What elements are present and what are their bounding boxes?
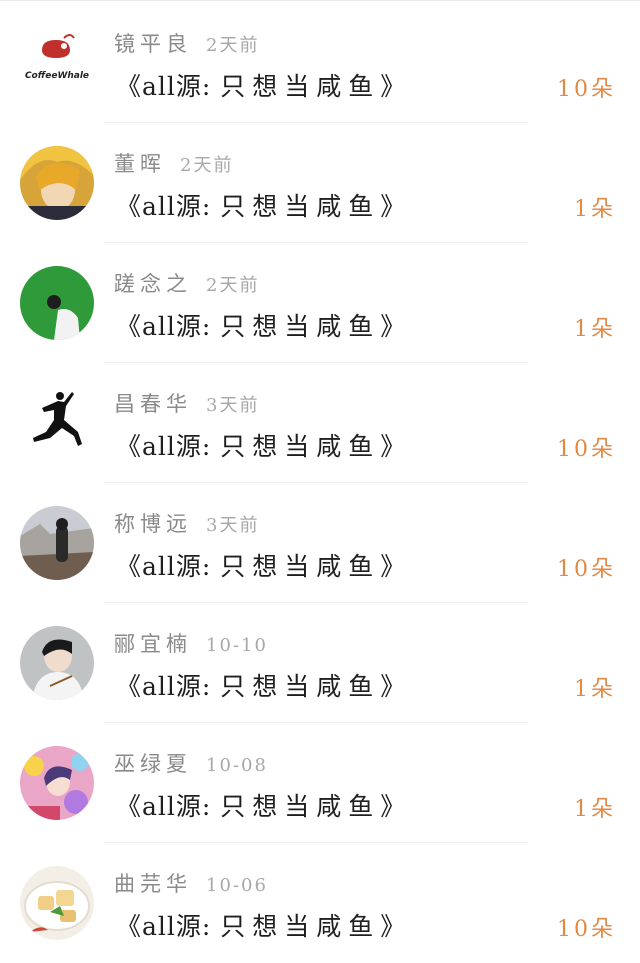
- list-item[interactable]: 董晖 2天前 《all源: 只想当咸鱼》 1朵: [0, 123, 640, 243]
- timestamp: 2天前: [180, 155, 234, 176]
- user-name[interactable]: 称博远: [114, 512, 192, 536]
- book-title[interactable]: 《all源: 只想当咸鱼》: [116, 667, 406, 703]
- timestamp: 3天前: [206, 395, 260, 416]
- list-item[interactable]: 巫绿夏 10-08 《all源: 只想当咸鱼》 1朵: [0, 723, 640, 843]
- book-title[interactable]: 《all源: 只想当咸鱼》: [116, 787, 406, 823]
- avatar[interactable]: CoffeeWhale: [20, 26, 94, 100]
- book-title[interactable]: 《all源: 只想当咸鱼》: [116, 547, 406, 583]
- user-name[interactable]: 郦宜楠: [114, 632, 192, 656]
- user-name[interactable]: 曲芫华: [114, 872, 192, 896]
- flower-count: 10朵: [557, 437, 616, 462]
- user-name[interactable]: 镜平良: [114, 32, 192, 56]
- avatar[interactable]: [20, 146, 94, 220]
- timestamp: 2天前: [206, 275, 260, 296]
- timestamp: 10-06: [206, 875, 268, 896]
- avatar[interactable]: [20, 386, 94, 460]
- avatar[interactable]: [20, 866, 94, 940]
- user-name[interactable]: 蹉念之: [114, 272, 192, 296]
- list-item[interactable]: 蹉念之 2天前 《all源: 只想当咸鱼》 1朵: [0, 243, 640, 363]
- avatar[interactable]: [20, 746, 94, 820]
- book-title[interactable]: 《all源: 只想当咸鱼》: [116, 907, 406, 943]
- flower-count: 1朵: [574, 317, 616, 342]
- timestamp: 10-08: [206, 755, 268, 776]
- timestamp: 3天前: [206, 515, 260, 536]
- timestamp: 2天前: [206, 35, 260, 56]
- book-title[interactable]: 《all源: 只想当咸鱼》: [116, 67, 406, 103]
- whale-icon: [42, 40, 70, 58]
- avatar[interactable]: [20, 506, 94, 580]
- user-name[interactable]: 董晖: [114, 152, 166, 176]
- list-item[interactable]: 称博远 3天前 《all源: 只想当咸鱼》 10朵: [0, 483, 640, 603]
- list-item[interactable]: 昌春华 3天前 《all源: 只想当咸鱼》 10朵: [0, 363, 640, 483]
- user-name[interactable]: 巫绿夏: [114, 752, 192, 776]
- book-title[interactable]: 《all源: 只想当咸鱼》: [116, 307, 406, 343]
- flower-count: 1朵: [574, 677, 616, 702]
- flower-count: 1朵: [574, 797, 616, 822]
- list-item[interactable]: 郦宜楠 10-10 《all源: 只想当咸鱼》 1朵: [0, 603, 640, 723]
- book-title[interactable]: 《all源: 只想当咸鱼》: [116, 187, 406, 223]
- flower-count: 10朵: [557, 77, 616, 102]
- avatar-logo-text: CoffeeWhale: [25, 71, 89, 81]
- list-item[interactable]: 曲芫华 10-06 《all源: 只想当咸鱼》 10朵: [0, 843, 640, 963]
- flower-count: 10朵: [557, 917, 616, 942]
- timestamp: 10-10: [206, 635, 268, 656]
- user-name[interactable]: 昌春华: [114, 392, 192, 416]
- flower-count: 1朵: [574, 197, 616, 222]
- book-title[interactable]: 《all源: 只想当咸鱼》: [116, 427, 406, 463]
- reward-list: CoffeeWhale 镜平良 2天前 《all源: 只想当咸鱼》 10朵 董晖 2…: [0, 0, 640, 962]
- avatar[interactable]: [20, 266, 94, 340]
- list-item[interactable]: CoffeeWhale 镜平良 2天前 《all源: 只想当咸鱼》 10朵: [0, 3, 640, 123]
- flower-count: 10朵: [557, 557, 616, 582]
- avatar[interactable]: [20, 626, 94, 700]
